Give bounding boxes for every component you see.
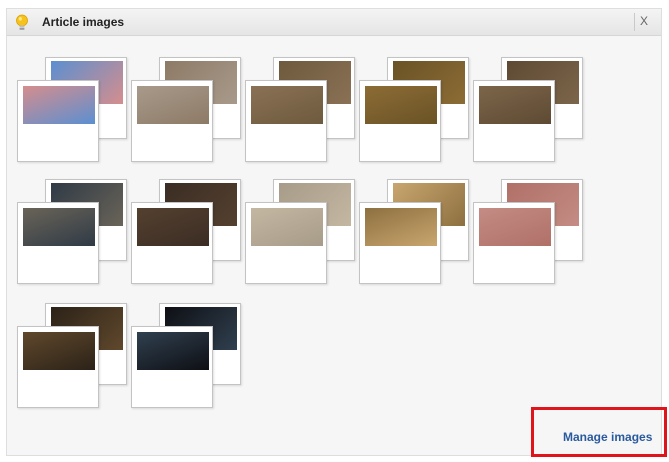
image-thumbnail[interactable]	[17, 202, 99, 284]
image-thumbnail[interactable]	[17, 80, 99, 162]
image-thumbnail[interactable]	[131, 80, 213, 162]
image-photo	[23, 208, 95, 246]
image-photo	[137, 208, 209, 246]
image-thumbnail[interactable]	[359, 80, 441, 162]
image-photo	[251, 208, 323, 246]
image-thumbnail[interactable]	[17, 326, 99, 408]
image-photo	[23, 86, 95, 124]
image-thumbnail[interactable]	[245, 80, 327, 162]
image-photo	[251, 86, 323, 124]
image-photo	[365, 86, 437, 124]
image-photo	[23, 332, 95, 370]
image-photo	[479, 86, 551, 124]
image-thumbnail[interactable]	[131, 326, 213, 408]
image-photo	[137, 332, 209, 370]
image-thumbnail[interactable]	[359, 202, 441, 284]
image-thumbnail[interactable]	[473, 202, 555, 284]
manage-images-link[interactable]: Manage images	[563, 430, 652, 444]
image-photo	[479, 208, 551, 246]
image-thumbnail[interactable]	[245, 202, 327, 284]
image-photo	[137, 86, 209, 124]
image-photo	[365, 208, 437, 246]
article-images-panel: Article images X	[6, 8, 662, 456]
image-grid	[7, 9, 661, 455]
image-thumbnail[interactable]	[473, 80, 555, 162]
image-thumbnail[interactable]	[131, 202, 213, 284]
